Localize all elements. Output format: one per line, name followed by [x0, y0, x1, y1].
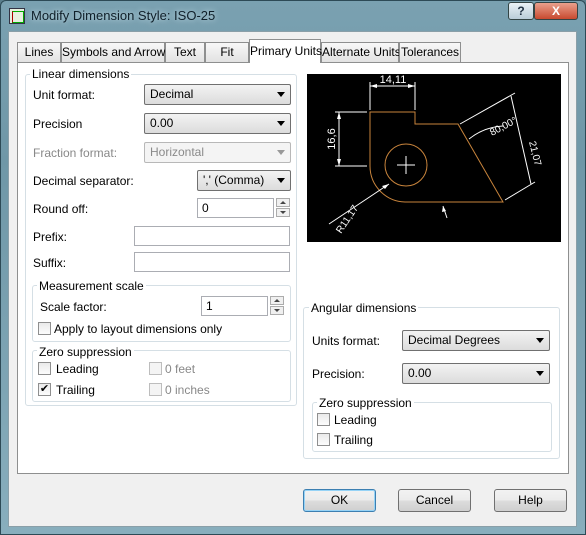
precision-label: Precision — [33, 117, 83, 131]
scale-factor-label: Scale factor: — [40, 300, 107, 314]
units-format-value: Decimal Degrees — [408, 333, 501, 347]
tab-primary-units[interactable]: Primary Units — [249, 39, 322, 63]
unit-format-value: Decimal — [150, 87, 194, 101]
chevron-down-icon — [536, 371, 544, 376]
fraction-format-select[interactable]: Horizontal — [144, 142, 291, 163]
round-off-input[interactable]: 0 — [197, 198, 274, 218]
tab-fit[interactable]: Fit — [205, 42, 249, 62]
apply-layout-checkbox[interactable] — [38, 322, 51, 335]
decimal-separator-select[interactable]: ',' (Comma) — [197, 170, 291, 191]
units-format-label: Units format: — [312, 334, 381, 348]
spin-down-icon[interactable] — [276, 208, 290, 217]
chevron-down-icon — [277, 178, 285, 183]
linear-leading-checkbox[interactable] — [38, 362, 51, 375]
angular-dimensions-title: Angular dimensions — [309, 301, 419, 315]
unit-format-select[interactable]: Decimal — [144, 84, 291, 105]
angular-leading-checkbox[interactable] — [317, 413, 330, 426]
spin-up-icon[interactable] — [270, 296, 284, 305]
zero-suppression-angular-title: Zero suppression — [317, 396, 414, 410]
tab-text[interactable]: Text — [165, 42, 205, 62]
angular-precision-select[interactable]: 0.00 — [402, 363, 550, 384]
precision-select[interactable]: 0.00 — [144, 113, 291, 134]
precision-value: 0.00 — [150, 116, 174, 130]
measurement-scale-title: Measurement scale — [37, 279, 146, 293]
linear-leading-label: Leading — [56, 362, 99, 376]
cancel-button[interactable]: Cancel — [398, 489, 471, 512]
scale-factor-input[interactable]: 1 — [201, 296, 268, 316]
tab-lines[interactable]: Lines — [17, 42, 61, 62]
fraction-format-label: Fraction format: — [33, 146, 118, 160]
chevron-down-icon — [277, 92, 285, 97]
close-button[interactable]: X — [534, 2, 578, 20]
unit-format-label: Unit format: — [33, 88, 96, 102]
prefix-label: Prefix: — [33, 230, 68, 244]
chevron-down-icon — [277, 121, 285, 126]
suffix-label: Suffix: — [33, 256, 67, 270]
zero-feet-checkbox[interactable] — [149, 362, 162, 375]
linear-trailing-checkbox[interactable]: ✔ — [38, 383, 51, 396]
help-button[interactable]: Help — [494, 489, 567, 512]
preview-dim-top: 14,11 — [380, 74, 407, 86]
angular-leading-label: Leading — [334, 413, 377, 427]
tab-alternate-units[interactable]: Alternate Units — [321, 42, 401, 62]
ok-button[interactable]: OK — [303, 489, 376, 512]
preview-dim-left: 16,6 — [326, 128, 338, 149]
scale-factor-spinner[interactable] — [270, 296, 284, 316]
tab-symbols-and-arrows[interactable]: Symbols and Arrows — [61, 42, 171, 62]
decimal-separator-value: ',' (Comma) — [203, 173, 265, 187]
autocad-app-icon — [9, 8, 25, 24]
zero-suppression-linear-title: Zero suppression — [37, 345, 134, 359]
suffix-input[interactable] — [134, 252, 290, 272]
fraction-format-value: Horizontal — [150, 145, 205, 159]
angular-precision-value: 0.00 — [408, 366, 432, 380]
preview-dim-angle: 80,00° — [488, 115, 519, 138]
title-bar[interactable]: Modify Dimension Style: ISO-25 ? X — [1, 1, 585, 31]
chevron-down-icon — [277, 150, 285, 155]
spin-up-icon[interactable] — [276, 198, 290, 207]
linear-trailing-label: Trailing — [56, 383, 95, 397]
preview-drawing: 14,11 16,6 80,00° 21,07 R11,17 — [326, 74, 543, 236]
round-off-spinner[interactable] — [276, 198, 290, 218]
zero-inches-checkbox[interactable] — [149, 383, 162, 396]
help-title-button[interactable]: ? — [508, 2, 534, 20]
chevron-down-icon — [536, 338, 544, 343]
spin-down-icon[interactable] — [270, 306, 284, 315]
angular-trailing-checkbox[interactable] — [317, 433, 330, 446]
decimal-separator-label: Decimal separator: — [33, 174, 134, 188]
window-title: Modify Dimension Style: ISO-25 — [31, 8, 216, 23]
prefix-input[interactable] — [134, 226, 290, 246]
preview-dim-radius: R11,17 — [334, 203, 361, 236]
linear-dimensions-title: Linear dimensions — [30, 67, 132, 81]
units-format-select[interactable]: Decimal Degrees — [402, 330, 550, 351]
preview-dim-diagonal: 21,07 — [526, 140, 543, 167]
zero-inches-label: 0 inches — [165, 383, 210, 397]
apply-layout-label: Apply to layout dimensions only — [54, 322, 223, 336]
preview-object-outline — [369, 111, 504, 203]
zero-feet-label: 0 feet — [165, 362, 196, 376]
tab-tolerances[interactable]: Tolerances — [399, 42, 461, 62]
angular-trailing-label: Trailing — [334, 433, 373, 447]
round-off-label: Round off: — [33, 202, 89, 216]
dimension-preview: 14,11 16,6 80,00° 21,07 R11,17 — [307, 74, 561, 242]
angular-precision-label: Precision: — [312, 367, 365, 381]
